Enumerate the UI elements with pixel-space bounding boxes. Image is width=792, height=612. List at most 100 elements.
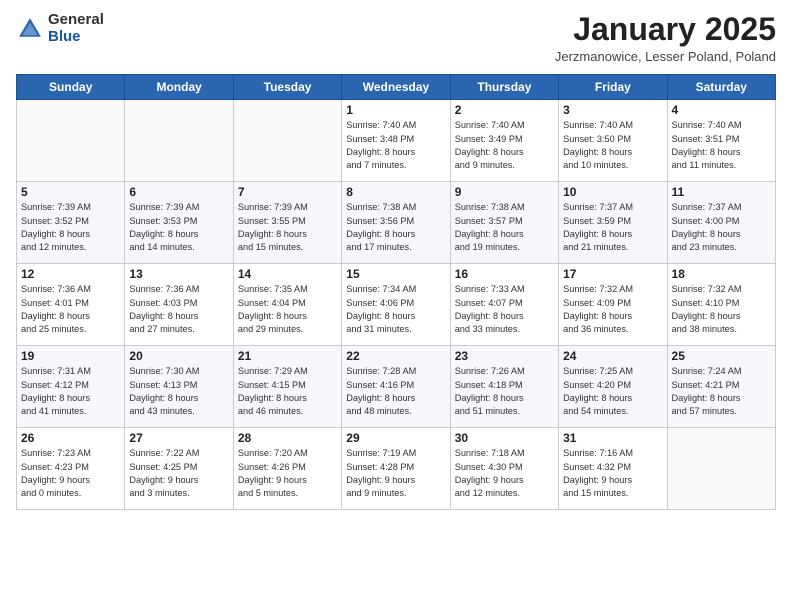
day-number: 26 <box>21 431 120 445</box>
day-cell: 14 Sunrise: 7:35 AM Sunset: 4:04 PM Dayli… <box>233 264 341 346</box>
day-number: 12 <box>21 267 120 281</box>
day-cell: 13Sunrise: 7:36 AM Sunset: 4:03 PM Dayli… <box>125 264 233 346</box>
day-number: 19 <box>21 349 120 363</box>
day-info: Sunrise: 7:19 AM Sunset: 4:28 PM Dayligh… <box>346 447 445 500</box>
day-number: 15 <box>346 267 445 281</box>
day-cell: 20Sunrise: 7:30 AM Sunset: 4:13 PM Dayli… <box>125 346 233 428</box>
day-number: 5 <box>21 185 120 199</box>
day-number: 30 <box>455 431 554 445</box>
day-number: 2 <box>455 103 554 117</box>
day-cell: 31Sunrise: 7:16 AM Sunset: 4:32 PM Dayli… <box>559 428 667 510</box>
day-info: Sunrise: 7:38 AM Sunset: 3:56 PM Dayligh… <box>346 201 445 254</box>
day-cell: 24 Sunrise: 7:25 AM Sunset: 4:20 PM Dayli… <box>559 346 667 428</box>
day-number: 28 <box>238 431 337 445</box>
day-cell: 7Sunrise: 7:39 AM Sunset: 3:55 PM Daylig… <box>233 182 341 264</box>
header-row: SundayMondayTuesdayWednesdayThursdayFrid… <box>17 75 776 100</box>
day-info: Sunrise: 7:24 AM Sunset: 4:21 PM Dayligh… <box>672 365 771 418</box>
day-number: 14 <box>238 267 337 281</box>
day-info: Sunrise: 7:16 AM Sunset: 4:32 PM Dayligh… <box>563 447 662 500</box>
day-cell: 21 Sunrise: 7:29 AM Sunset: 4:15 PM Dayli… <box>233 346 341 428</box>
logo-text: General Blue <box>48 12 104 45</box>
day-cell: 22 Sunrise: 7:28 AM Sunset: 4:16 PM Dayli… <box>342 346 450 428</box>
day-info: Sunrise: 7:23 AM Sunset: 4:23 PM Dayligh… <box>21 447 120 500</box>
col-header-saturday: Saturday <box>667 75 775 100</box>
calendar: SundayMondayTuesdayWednesdayThursdayFrid… <box>16 74 776 510</box>
day-info: Sunrise: 7:18 AM Sunset: 4:30 PM Dayligh… <box>455 447 554 500</box>
day-number: 8 <box>346 185 445 199</box>
col-header-thursday: Thursday <box>450 75 558 100</box>
day-cell: 18 Sunrise: 7:32 AM Sunset: 4:10 PM Dayli… <box>667 264 775 346</box>
day-number: 3 <box>563 103 662 117</box>
day-cell: 1 Sunrise: 7:40 AM Sunset: 3:48 PM Daylig… <box>342 100 450 182</box>
day-cell: 16 Sunrise: 7:33 AM Sunset: 4:07 PM Dayli… <box>450 264 558 346</box>
col-header-monday: Monday <box>125 75 233 100</box>
day-info: Sunrise: 7:37 AM Sunset: 4:00 PM Dayligh… <box>672 201 771 254</box>
day-cell <box>233 100 341 182</box>
col-header-sunday: Sunday <box>17 75 125 100</box>
day-info: Sunrise: 7:40 AM Sunset: 3:51 PM Dayligh… <box>672 119 771 172</box>
week-row-1: 1 Sunrise: 7:40 AM Sunset: 3:48 PM Daylig… <box>17 100 776 182</box>
day-cell: 26 Sunrise: 7:23 AM Sunset: 4:23 PM Dayli… <box>17 428 125 510</box>
day-info: Sunrise: 7:25 AM Sunset: 4:20 PM Dayligh… <box>563 365 662 418</box>
day-info: Sunrise: 7:28 AM Sunset: 4:16 PM Dayligh… <box>346 365 445 418</box>
day-number: 29 <box>346 431 445 445</box>
day-info: Sunrise: 7:22 AM Sunset: 4:25 PM Dayligh… <box>129 447 228 500</box>
logo: General Blue <box>16 12 104 45</box>
day-cell: 19 Sunrise: 7:31 AM Sunset: 4:12 PM Dayli… <box>17 346 125 428</box>
day-cell: 2Sunrise: 7:40 AM Sunset: 3:49 PM Daylig… <box>450 100 558 182</box>
day-cell: 6 Sunrise: 7:39 AM Sunset: 3:53 PM Daylig… <box>125 182 233 264</box>
day-cell <box>17 100 125 182</box>
day-number: 21 <box>238 349 337 363</box>
day-cell: 4 Sunrise: 7:40 AM Sunset: 3:51 PM Daylig… <box>667 100 775 182</box>
day-cell: 8 Sunrise: 7:38 AM Sunset: 3:56 PM Daylig… <box>342 182 450 264</box>
day-number: 27 <box>129 431 228 445</box>
day-number: 23 <box>455 349 554 363</box>
day-info: Sunrise: 7:34 AM Sunset: 4:06 PM Dayligh… <box>346 283 445 336</box>
col-header-friday: Friday <box>559 75 667 100</box>
day-cell: 28Sunrise: 7:20 AM Sunset: 4:26 PM Dayli… <box>233 428 341 510</box>
month-title: January 2025 <box>555 12 776 47</box>
week-row-3: 12 Sunrise: 7:36 AM Sunset: 4:01 PM Dayli… <box>17 264 776 346</box>
col-header-wednesday: Wednesday <box>342 75 450 100</box>
day-cell: 25 Sunrise: 7:24 AM Sunset: 4:21 PM Dayli… <box>667 346 775 428</box>
day-number: 6 <box>129 185 228 199</box>
day-number: 20 <box>129 349 228 363</box>
day-cell: 27 Sunrise: 7:22 AM Sunset: 4:25 PM Dayli… <box>125 428 233 510</box>
day-cell: 10 Sunrise: 7:37 AM Sunset: 3:59 PM Dayli… <box>559 182 667 264</box>
page: General Blue January 2025 Jerzmanowice, … <box>0 0 792 612</box>
day-number: 13 <box>129 267 228 281</box>
day-cell: 30 Sunrise: 7:18 AM Sunset: 4:30 PM Dayli… <box>450 428 558 510</box>
day-info: Sunrise: 7:31 AM Sunset: 4:12 PM Dayligh… <box>21 365 120 418</box>
day-info: Sunrise: 7:36 AM Sunset: 4:01 PM Dayligh… <box>21 283 120 336</box>
day-number: 10 <box>563 185 662 199</box>
day-info: Sunrise: 7:37 AM Sunset: 3:59 PM Dayligh… <box>563 201 662 254</box>
day-cell: 5 Sunrise: 7:39 AM Sunset: 3:52 PM Daylig… <box>17 182 125 264</box>
title-block: January 2025 Jerzmanowice, Lesser Poland… <box>555 12 776 64</box>
day-info: Sunrise: 7:39 AM Sunset: 3:53 PM Dayligh… <box>129 201 228 254</box>
day-cell: 15 Sunrise: 7:34 AM Sunset: 4:06 PM Dayli… <box>342 264 450 346</box>
day-info: Sunrise: 7:35 AM Sunset: 4:04 PM Dayligh… <box>238 283 337 336</box>
day-info: Sunrise: 7:32 AM Sunset: 4:10 PM Dayligh… <box>672 283 771 336</box>
day-number: 24 <box>563 349 662 363</box>
day-number: 4 <box>672 103 771 117</box>
day-info: Sunrise: 7:38 AM Sunset: 3:57 PM Dayligh… <box>455 201 554 254</box>
day-number: 18 <box>672 267 771 281</box>
day-number: 1 <box>346 103 445 117</box>
header: General Blue January 2025 Jerzmanowice, … <box>16 12 776 64</box>
day-info: Sunrise: 7:40 AM Sunset: 3:48 PM Dayligh… <box>346 119 445 172</box>
day-cell: 23Sunrise: 7:26 AM Sunset: 4:18 PM Dayli… <box>450 346 558 428</box>
week-row-2: 5 Sunrise: 7:39 AM Sunset: 3:52 PM Daylig… <box>17 182 776 264</box>
day-number: 11 <box>672 185 771 199</box>
day-info: Sunrise: 7:29 AM Sunset: 4:15 PM Dayligh… <box>238 365 337 418</box>
day-cell: 11 Sunrise: 7:37 AM Sunset: 4:00 PM Dayli… <box>667 182 775 264</box>
day-number: 16 <box>455 267 554 281</box>
day-info: Sunrise: 7:33 AM Sunset: 4:07 PM Dayligh… <box>455 283 554 336</box>
day-cell: 3 Sunrise: 7:40 AM Sunset: 3:50 PM Daylig… <box>559 100 667 182</box>
day-info: Sunrise: 7:40 AM Sunset: 3:50 PM Dayligh… <box>563 119 662 172</box>
location: Jerzmanowice, Lesser Poland, Poland <box>555 49 776 64</box>
day-info: Sunrise: 7:39 AM Sunset: 3:52 PM Dayligh… <box>21 201 120 254</box>
day-number: 25 <box>672 349 771 363</box>
logo-icon <box>16 15 44 43</box>
day-cell: 9Sunrise: 7:38 AM Sunset: 3:57 PM Daylig… <box>450 182 558 264</box>
day-number: 22 <box>346 349 445 363</box>
